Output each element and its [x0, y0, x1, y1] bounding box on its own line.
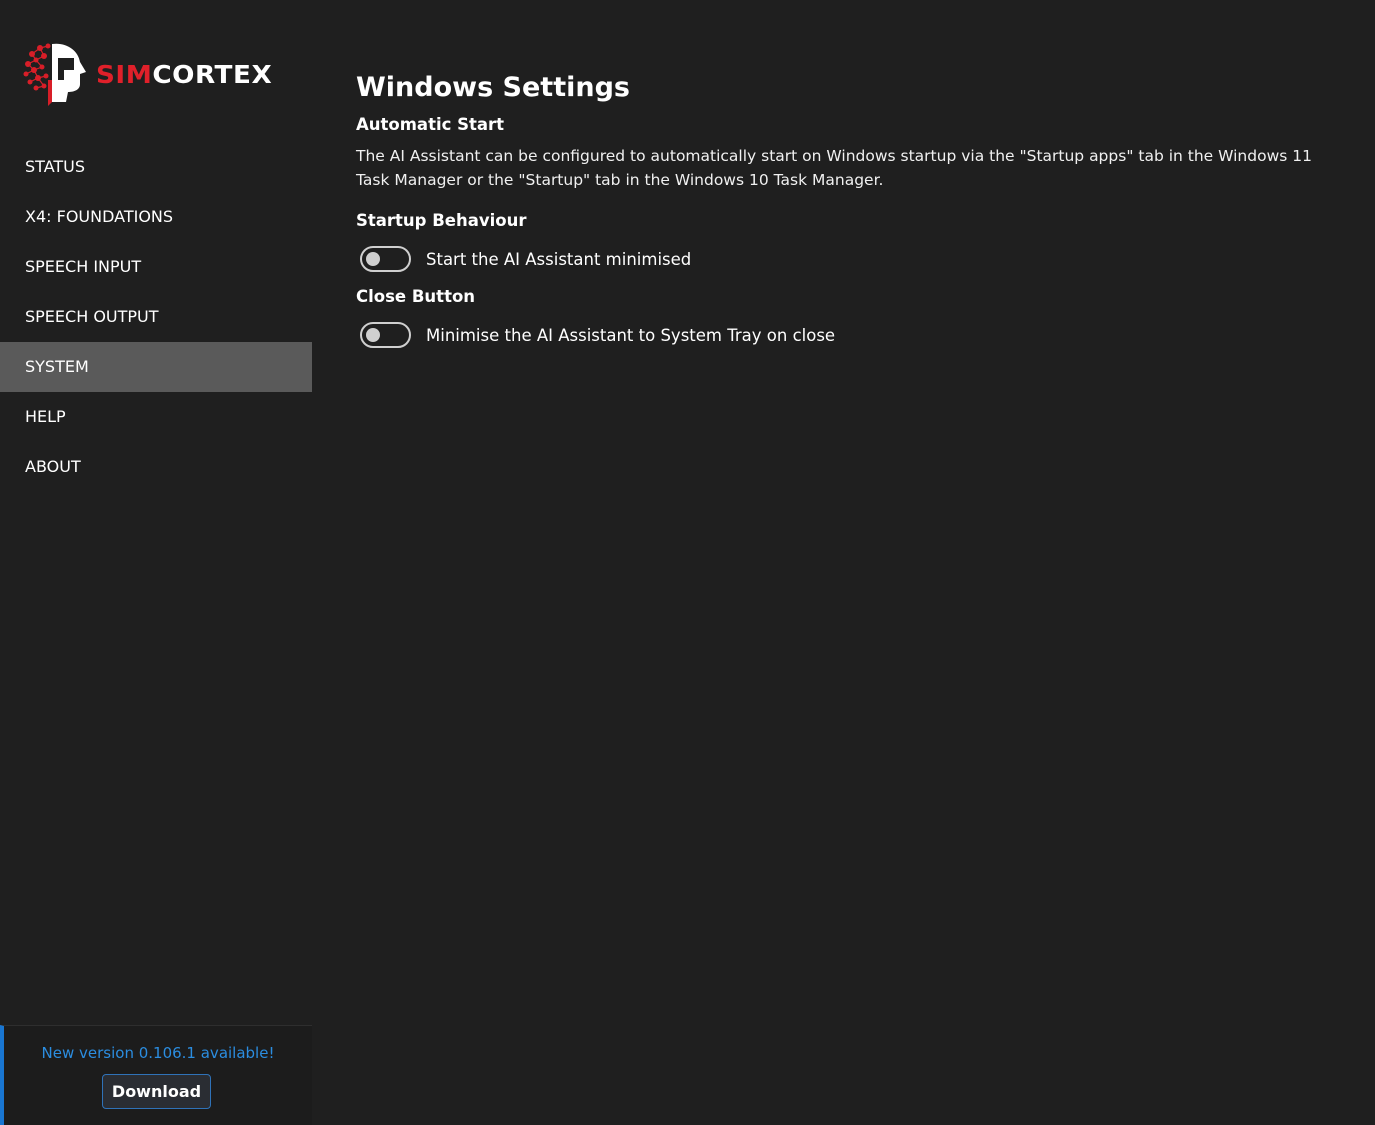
update-notification: New version 0.106.1 available! Download: [0, 1025, 312, 1125]
toggle-knob: [366, 328, 380, 342]
minimise-to-tray-row: Minimise the AI Assistant to System Tray…: [360, 322, 835, 348]
app-window: SIMCORTEX STATUS X4: FOUNDATIONS SPEECH …: [0, 0, 1375, 1125]
sidebar-item-speech-input[interactable]: SPEECH INPUT: [0, 242, 312, 292]
close-button-heading: Close Button: [356, 287, 476, 306]
start-minimised-row: Start the AI Assistant minimised: [360, 246, 691, 272]
sidebar: SIMCORTEX STATUS X4: FOUNDATIONS SPEECH …: [0, 0, 312, 1125]
update-message: New version 0.106.1 available!: [41, 1044, 275, 1062]
minimise-to-tray-toggle[interactable]: [360, 322, 411, 348]
automatic-start-heading: Automatic Start: [356, 115, 505, 134]
brand-part-cortex: CORTEX: [152, 59, 273, 89]
toggle-knob: [366, 252, 380, 266]
automatic-start-description: The AI Assistant can be configured to au…: [356, 147, 1312, 189]
start-minimised-label: Start the AI Assistant minimised: [426, 249, 692, 269]
sidebar-item-about[interactable]: ABOUT: [0, 442, 312, 492]
brain-head-logo-icon: [23, 43, 86, 106]
brand-part-sim: SIM: [96, 59, 153, 89]
sidebar-item-speech-output[interactable]: SPEECH OUTPUT: [0, 292, 312, 342]
page-title: Windows Settings: [356, 72, 630, 103]
sidebar-item-status[interactable]: STATUS: [0, 142, 312, 192]
sidebar-item-x4-foundations[interactable]: X4: FOUNDATIONS: [0, 192, 312, 242]
sidebar-item-help[interactable]: HELP: [0, 392, 312, 442]
brand-logo: SIMCORTEX: [22, 38, 292, 108]
start-minimised-toggle[interactable]: [360, 246, 411, 272]
startup-behaviour-heading: Startup Behaviour: [356, 211, 527, 230]
sidebar-item-system[interactable]: SYSTEM: [0, 342, 312, 392]
download-button[interactable]: Download: [102, 1074, 211, 1109]
sidebar-nav: STATUS X4: FOUNDATIONS SPEECH INPUT SPEE…: [0, 142, 312, 492]
brand-wordmark: SIMCORTEX: [96, 60, 272, 89]
minimise-to-tray-label: Minimise the AI Assistant to System Tray…: [426, 325, 836, 345]
